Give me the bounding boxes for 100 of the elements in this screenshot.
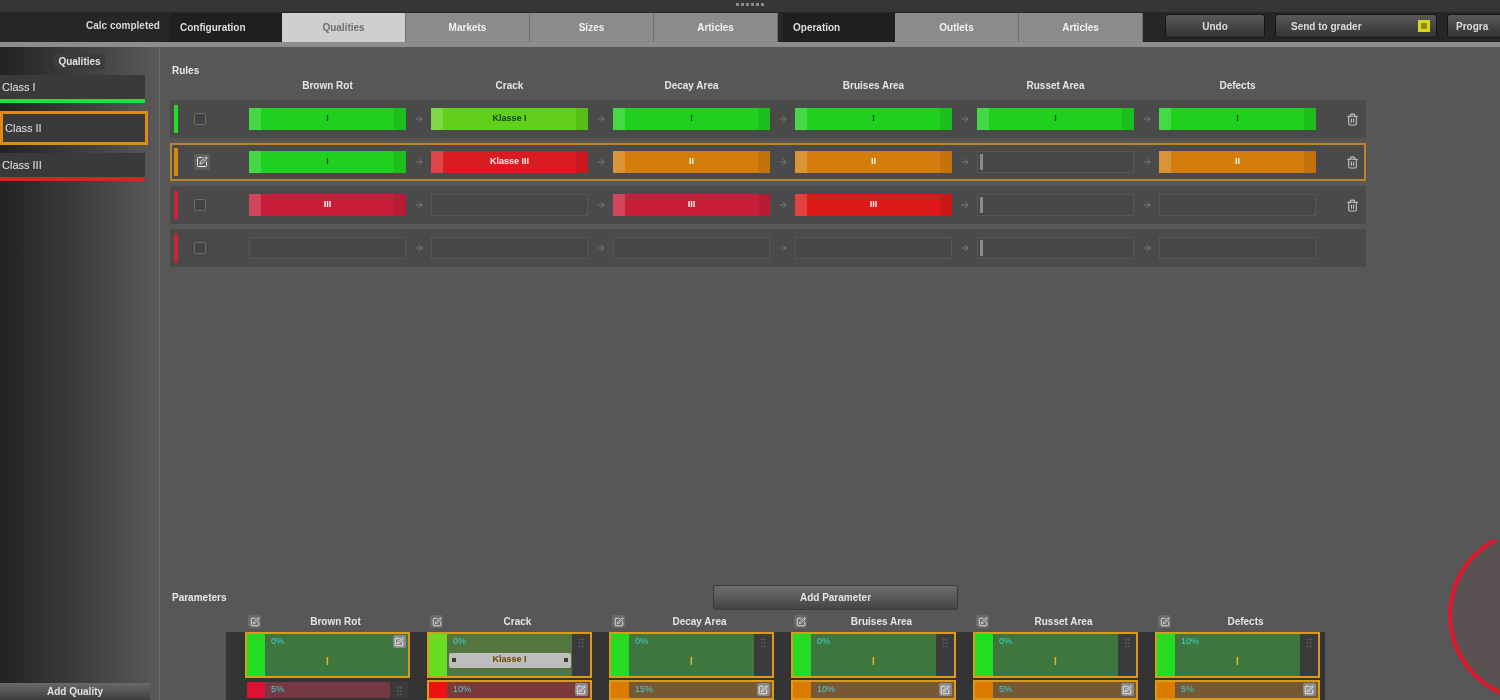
edit-icon[interactable] <box>430 615 443 628</box>
rule-cell[interactable]: III <box>795 194 952 216</box>
empty-rule-cell[interactable] <box>977 151 1134 173</box>
arrow-icon <box>413 243 424 253</box>
rule-cell[interactable]: II <box>795 151 952 173</box>
tab[interactable]: Articles <box>654 13 778 42</box>
arrow-icon <box>413 200 424 210</box>
threshold-text: 5% <box>998 683 1013 695</box>
parameter-card[interactable]: 0% Klasse I <box>427 632 592 678</box>
threshold-text: 10% <box>452 683 472 695</box>
empty-rule-cell[interactable] <box>977 194 1134 216</box>
threshold-text: 15% <box>634 683 654 695</box>
edit-icon[interactable] <box>248 615 261 628</box>
rule-cell[interactable]: I <box>613 108 770 130</box>
threshold-text: 5% <box>270 683 285 695</box>
grip-icon[interactable] <box>575 637 587 649</box>
edit-icon[interactable] <box>938 683 952 696</box>
tab[interactable]: Markets <box>406 13 530 42</box>
edit-icon[interactable] <box>392 635 406 648</box>
arrow-icon <box>777 200 788 210</box>
quality-item[interactable]: Class I <box>0 75 145 99</box>
rule-cell[interactable]: II <box>613 151 770 173</box>
toolbar-button[interactable]: Progra <box>1447 14 1500 38</box>
row-checkbox[interactable] <box>194 242 206 254</box>
tab[interactable]: Qualities <box>282 13 406 42</box>
parameter-card[interactable]: 10% <box>427 680 592 700</box>
value-selector[interactable]: Klasse I <box>448 652 571 668</box>
rule-cell[interactable]: III <box>613 194 770 216</box>
threshold-text: 0% <box>816 635 831 647</box>
rule-cell[interactable]: Klasse I <box>431 108 588 130</box>
rule-cell[interactable]: I <box>249 108 406 130</box>
handle-icon[interactable] <box>563 658 568 662</box>
parameter-card[interactable]: 15% <box>609 680 774 700</box>
rule-row[interactable]: III III III <box>170 186 1366 224</box>
parameter-card[interactable]: 5% <box>1155 680 1320 700</box>
toolbar-button[interactable]: Undo <box>1165 14 1265 38</box>
drag-handle-icon[interactable] <box>735 3 765 6</box>
parameter-label: Defects <box>1226 615 1265 629</box>
rules-title: Rules <box>172 65 200 76</box>
arrow-icon <box>959 243 970 253</box>
rule-row[interactable] <box>170 229 1366 267</box>
parameter-card[interactable]: 0% I <box>245 632 410 678</box>
rule-cell[interactable]: I <box>249 151 406 173</box>
parameter-card[interactable]: 10% <box>791 680 956 700</box>
parameter-card[interactable]: 0% I <box>609 632 774 678</box>
rule-cell[interactable]: I <box>1159 108 1316 130</box>
arrow-icon <box>595 157 606 167</box>
rule-cell[interactable]: III <box>249 194 406 216</box>
edit-icon[interactable] <box>612 615 625 628</box>
status-square-icon <box>1418 20 1430 32</box>
edit-icon[interactable] <box>1158 615 1171 628</box>
grip-icon[interactable] <box>939 637 951 649</box>
add-quality-button[interactable]: Add Quality <box>0 683 150 700</box>
arrow-icon <box>595 243 606 253</box>
edit-icon[interactable] <box>194 154 210 170</box>
parameter-card[interactable]: 5% <box>245 680 410 700</box>
toolbar-button[interactable]: Send to grader <box>1275 14 1437 38</box>
edit-icon[interactable] <box>574 683 588 696</box>
grip-icon[interactable] <box>757 637 769 649</box>
rule-row[interactable]: I Klasse III II II II <box>170 143 1366 181</box>
grip-icon[interactable] <box>1121 637 1133 649</box>
delete-icon[interactable] <box>1346 112 1359 126</box>
cell-marker-icon <box>980 197 983 213</box>
handle-icon[interactable] <box>451 658 456 662</box>
grip-icon[interactable] <box>393 685 405 697</box>
rule-cell[interactable]: I <box>977 108 1134 130</box>
parameter-card[interactable]: 0% I <box>791 632 956 678</box>
row-checkbox[interactable] <box>194 113 206 125</box>
tab[interactable]: Outlets <box>895 13 1019 42</box>
edit-icon[interactable] <box>756 683 770 696</box>
parameter-card[interactable]: 5% <box>973 680 1138 700</box>
arrow-icon <box>413 157 424 167</box>
arrow-icon <box>959 114 970 124</box>
tab[interactable]: Articles <box>1019 13 1143 42</box>
threshold-text: 5% <box>1180 683 1195 695</box>
row-checkbox[interactable] <box>194 199 206 211</box>
rule-cell[interactable]: Klasse III <box>431 151 588 173</box>
edit-icon[interactable] <box>976 615 989 628</box>
rule-cell[interactable]: II <box>1159 151 1316 173</box>
parameter-card[interactable]: 10% I <box>1155 632 1320 678</box>
add-parameter-button[interactable]: Add Parameter <box>713 584 958 610</box>
empty-rule-cell[interactable] <box>977 237 1134 259</box>
group-tab[interactable]: Configuration <box>170 13 282 42</box>
quality-item[interactable]: Class III <box>0 153 145 177</box>
quality-item[interactable]: Class II <box>0 111 148 145</box>
edit-icon[interactable] <box>794 615 807 628</box>
edit-icon[interactable] <box>1302 683 1316 696</box>
rule-row[interactable]: I Klasse I I I I I <box>170 100 1366 138</box>
delete-icon[interactable] <box>1346 198 1359 212</box>
tab[interactable]: Sizes <box>530 13 654 42</box>
delete-icon[interactable] <box>1346 155 1359 169</box>
grip-icon[interactable] <box>1303 637 1315 649</box>
rule-cell[interactable]: I <box>795 108 952 130</box>
edit-icon[interactable] <box>1120 683 1134 696</box>
threshold-text: 10% <box>1180 635 1200 647</box>
column-header: Russet Area <box>1025 78 1086 93</box>
group-tab[interactable]: Operation <box>783 13 895 42</box>
parameter-label: Bruises Area <box>849 615 914 629</box>
column-header: Crack <box>494 78 525 93</box>
parameter-card[interactable]: 0% I <box>973 632 1138 678</box>
